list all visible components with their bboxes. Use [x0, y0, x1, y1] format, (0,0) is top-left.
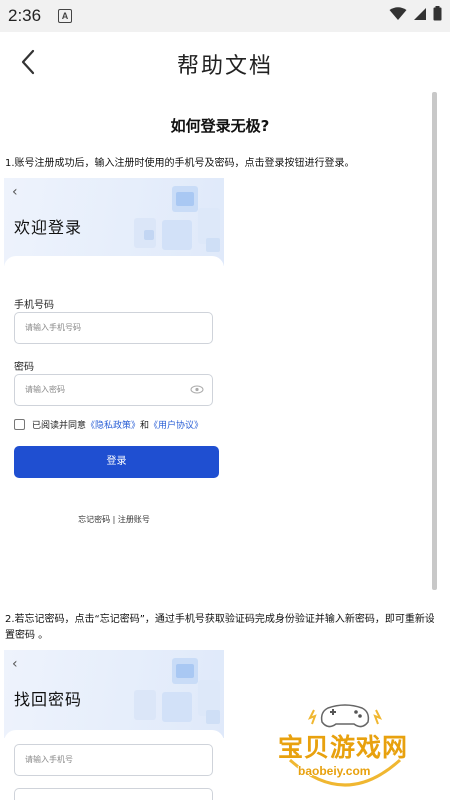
password-label: 密码	[14, 362, 34, 373]
doc-heading: 如何登录无极?	[170, 117, 270, 135]
step-2-text: 2.若忘记密码，点击“忘记密码”，通过手机号获取验证码完成身份验证并输入新密码，…	[5, 614, 434, 641]
reset-code-input[interactable]	[14, 788, 213, 800]
signal-icon	[414, 7, 426, 20]
reset-back-icon: ‹	[12, 656, 18, 672]
status-bar: 2:36 A	[0, 0, 450, 32]
reset-phone-placeholder: 请输入手机号	[25, 755, 73, 764]
battery-icon	[433, 6, 442, 21]
privacy-link[interactable]: 《隐私政策》	[86, 418, 140, 431]
step-1-text: 1.账号注册成功后，输入注册时使用的手机号及密码，点击登录按钮进行登录。	[5, 158, 355, 169]
password-input[interactable]: 请输入密码	[14, 374, 213, 406]
terms-link[interactable]: 《用户协议》	[149, 418, 203, 431]
bottom-links: 忘记密码 | 注册账号	[4, 514, 224, 525]
reset-title: 找回密码	[14, 690, 83, 709]
watermark-text: 宝贝游戏网	[278, 733, 409, 762]
links-separator: |	[112, 515, 116, 524]
login-button[interactable]: 登录	[14, 446, 219, 478]
help-content[interactable]: 如何登录无极? 1.账号注册成功后，输入注册时使用的手机号及密码，点击登录按钮进…	[0, 90, 434, 800]
card-back-icon: ‹	[12, 184, 18, 200]
page-title: 帮助文档	[176, 54, 273, 79]
cubes-illustration	[134, 658, 220, 724]
cubes-illustration	[134, 186, 220, 252]
phone-input[interactable]: 请输入手机号码	[14, 312, 213, 344]
login-screenshot: ‹ 欢迎登录 手机号码 请输入手机号码 密码 请输入密码 已阅读并同意 《隐私政…	[4, 178, 224, 538]
phone-placeholder: 请输入手机号码	[25, 323, 81, 332]
agreement-row: 已阅读并同意 《隐私政策》 和 《用户协议》	[14, 418, 203, 431]
reset-screenshot: ‹ 找回密码 请输入手机号	[4, 650, 224, 800]
agree-prefix: 已阅读并同意	[32, 421, 87, 431]
notification-icon: A	[58, 9, 72, 23]
eye-icon[interactable]	[190, 385, 204, 394]
phone-label: 手机号码	[14, 300, 54, 311]
app-header: 帮助文档	[0, 32, 450, 90]
watermark-url: baobeiy.com	[298, 764, 371, 778]
agree-checkbox[interactable]	[14, 419, 25, 430]
wifi-icon	[389, 6, 407, 20]
reset-hero: ‹ 找回密码	[4, 650, 224, 738]
watermark-logo: 宝贝游戏网 baobeiy.com	[270, 700, 420, 795]
status-time: 2:36	[8, 6, 42, 25]
forgot-password-link[interactable]: 忘记密码	[78, 515, 110, 524]
status-icons	[389, 6, 442, 21]
password-placeholder: 请输入密码	[25, 385, 65, 394]
reset-phone-input[interactable]: 请输入手机号	[14, 744, 213, 776]
login-hero: ‹ 欢迎登录	[4, 178, 224, 266]
login-title: 欢迎登录	[14, 218, 83, 237]
register-link[interactable]: 注册账号	[118, 515, 150, 524]
and-text: 和	[140, 421, 150, 431]
